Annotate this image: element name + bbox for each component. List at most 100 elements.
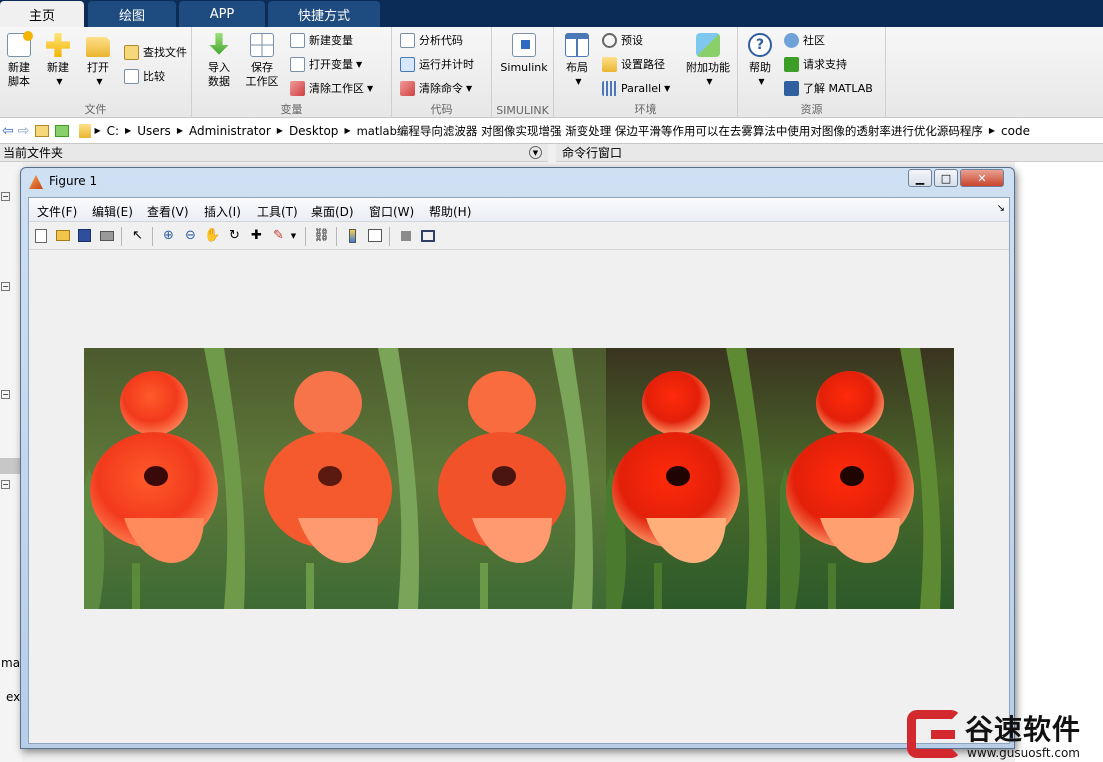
- learn-icon: [784, 80, 799, 96]
- maximize-button[interactable]: □: [934, 169, 958, 187]
- import-data-button[interactable]: 导入 数据: [200, 33, 238, 89]
- forward-arrow-icon[interactable]: ⇨: [18, 123, 30, 139]
- zoom-in-icon[interactable]: ⊕: [160, 227, 177, 244]
- minimize-icon: ▁: [915, 171, 925, 185]
- command-window-title: 命令行窗口: [562, 146, 623, 160]
- tree-toggle[interactable]: −: [1, 480, 10, 489]
- colorbar-icon[interactable]: [344, 227, 361, 244]
- breadcrumb-code[interactable]: code: [1001, 124, 1030, 138]
- community-icon: [784, 32, 799, 48]
- breadcrumb-desktop[interactable]: Desktop: [289, 124, 339, 138]
- close-button[interactable]: ✕: [960, 169, 1004, 187]
- new-figure-icon[interactable]: [32, 227, 49, 244]
- ribbon-group-simulink: Simulink SIMULINK: [492, 27, 554, 118]
- menu-insert[interactable]: 插入(I): [204, 203, 241, 220]
- clear-workspace-button[interactable]: 清除工作区 ▼: [290, 79, 373, 97]
- find-files-label: 查找文件: [143, 46, 187, 59]
- matlab-logo-icon: [29, 175, 43, 189]
- new-button[interactable]: 新建 ▼: [40, 33, 76, 89]
- tab-shortcuts[interactable]: 快捷方式: [268, 1, 380, 27]
- clear-commands-button[interactable]: 清除命令 ▼: [400, 79, 472, 97]
- panel-menu-icon[interactable]: ▼: [529, 146, 542, 159]
- open-file-icon[interactable]: [54, 227, 71, 244]
- workspace-tab-snippet[interactable]: ma: [1, 656, 20, 670]
- new-label: 新建: [47, 61, 69, 74]
- menu-view[interactable]: 查看(V): [147, 203, 189, 220]
- breadcrumb-users[interactable]: Users: [137, 124, 171, 138]
- set-path-label: 设置路径: [621, 58, 665, 71]
- ribbon-group-environment: 布局 ▼ 预设 设置路径 Parallel ▼ 附加功能 ▼ 环境: [554, 27, 738, 118]
- chevron-down-icon: ▼: [466, 83, 473, 93]
- menu-tools[interactable]: 工具(T): [257, 203, 298, 220]
- open-variable-button[interactable]: 打开变量 ▼: [290, 55, 362, 73]
- find-files-button[interactable]: 查找文件: [124, 43, 187, 61]
- command-window-area[interactable]: [1015, 162, 1103, 762]
- layout-button[interactable]: 布局 ▼: [560, 33, 594, 89]
- breadcrumb-c[interactable]: C:: [107, 124, 119, 138]
- pan-hand-icon[interactable]: ✋: [204, 227, 221, 244]
- chevron-right-icon: ▶: [94, 126, 101, 135]
- analyze-code-icon: [400, 32, 415, 48]
- simulink-button[interactable]: Simulink: [496, 33, 552, 75]
- parallel-button[interactable]: Parallel ▼: [602, 79, 670, 97]
- tab-apps[interactable]: APP: [179, 1, 265, 27]
- chevron-down-icon[interactable]: ▼: [285, 227, 302, 244]
- community-button[interactable]: 社区: [784, 31, 825, 49]
- tab-home[interactable]: 主页: [0, 1, 84, 27]
- dock-arrow-icon[interactable]: ↘: [997, 203, 1005, 214]
- group-label-variable: 变量: [280, 103, 303, 116]
- tree-toggle[interactable]: −: [1, 282, 10, 291]
- minimize-button[interactable]: ▁: [908, 169, 932, 187]
- new-variable-label: 新建变量: [309, 34, 353, 47]
- group-label-resources: 资源: [800, 103, 823, 116]
- browse-folder-icon[interactable]: [55, 124, 70, 137]
- legend-icon[interactable]: [366, 227, 383, 244]
- request-support-button[interactable]: 请求支持: [784, 55, 847, 73]
- run-time-label: 运行并计时: [419, 58, 474, 71]
- hide-tools-icon[interactable]: [397, 227, 414, 244]
- set-path-button[interactable]: 设置路径: [602, 55, 665, 73]
- tree-toggle[interactable]: −: [1, 390, 10, 399]
- show-tools-icon[interactable]: [419, 227, 436, 244]
- chevron-down-icon: ▼: [96, 77, 103, 86]
- link-plot-icon[interactable]: ⛓: [313, 227, 330, 244]
- help-button[interactable]: ? 帮助 ▼: [744, 33, 776, 89]
- figure-window[interactable]: Figure 1 ▁ □ ✕ 文件(F) 编辑(E) 查看(V) 插入(I) 工…: [20, 167, 1015, 749]
- menu-window[interactable]: 窗口(W): [369, 203, 414, 220]
- zoom-out-icon[interactable]: ⊖: [182, 227, 199, 244]
- open-button[interactable]: 打开 ▼: [80, 33, 116, 89]
- new-script-button[interactable]: 新建 脚本: [2, 31, 36, 89]
- rotate-3d-icon[interactable]: ↻: [226, 227, 243, 244]
- save-workspace-button[interactable]: 保存 工作区: [242, 33, 282, 89]
- new-variable-icon: [290, 32, 305, 48]
- pointer-icon[interactable]: ↖: [129, 227, 146, 244]
- tab-plots[interactable]: 绘图: [88, 1, 176, 27]
- compare-button[interactable]: 比较: [124, 67, 165, 85]
- breadcrumb-project[interactable]: matlab编程导向滤波器 对图像实现增强 渐变处理 保边平滑等作用可以在去雾算…: [357, 123, 983, 139]
- menu-file[interactable]: 文件(F): [37, 203, 77, 220]
- menu-edit[interactable]: 编辑(E): [92, 203, 133, 220]
- learn-matlab-button[interactable]: 了解 MATLAB: [784, 79, 873, 97]
- ribbon-group-file: 新建 脚本 新建 ▼ 打开 ▼ 查找文件 比较 文件: [0, 27, 192, 118]
- breadcrumb-administrator[interactable]: Administrator: [189, 124, 271, 138]
- save-icon[interactable]: [76, 227, 93, 244]
- add-ons-button[interactable]: 附加功能 ▼: [680, 33, 736, 89]
- preferences-button[interactable]: 预设: [602, 31, 643, 49]
- menu-help[interactable]: 帮助(H): [429, 203, 471, 220]
- support-label: 请求支持: [803, 58, 847, 71]
- up-folder-icon[interactable]: [35, 124, 50, 137]
- print-icon[interactable]: [98, 227, 115, 244]
- tree-toggle[interactable]: −: [1, 192, 10, 201]
- current-folder-title: 当前文件夹: [3, 146, 64, 160]
- back-arrow-icon[interactable]: ⇦: [2, 123, 14, 139]
- analyze-code-button[interactable]: 分析代码: [400, 31, 463, 49]
- menu-desktop[interactable]: 桌面(D): [311, 203, 354, 220]
- selected-row[interactable]: [0, 458, 22, 474]
- new-variable-button[interactable]: 新建变量: [290, 31, 353, 49]
- figure-client: 文件(F) 编辑(E) 查看(V) 插入(I) 工具(T) 桌面(D) 窗口(W…: [28, 197, 1010, 744]
- chevron-down-icon: ▼: [758, 77, 765, 86]
- save-workspace-icon: [250, 33, 274, 57]
- run-and-time-button[interactable]: 运行并计时: [400, 55, 474, 73]
- data-cursor-icon[interactable]: ✚: [248, 227, 265, 244]
- plus-icon: [46, 33, 70, 57]
